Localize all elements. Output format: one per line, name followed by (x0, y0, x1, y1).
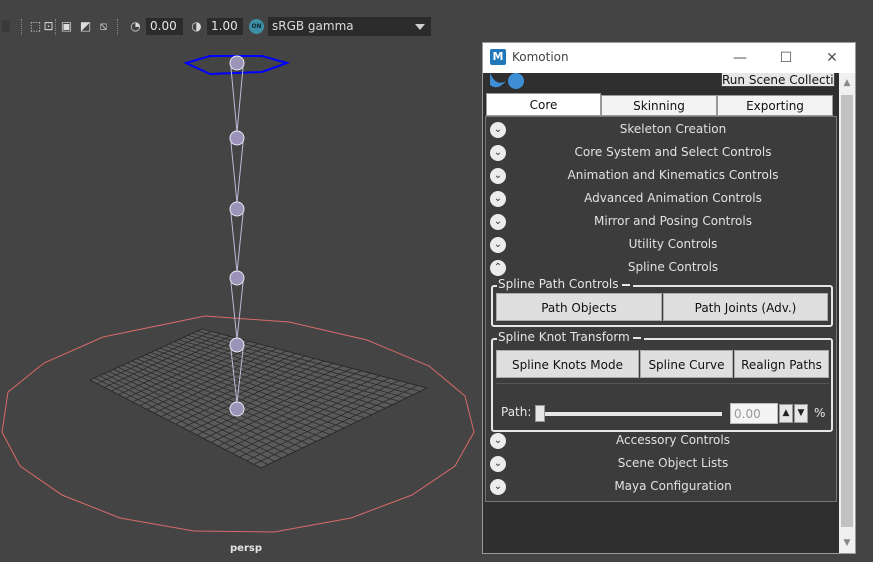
section-skeleton-creation[interactable]: ⌄ Skeleton Creation (486, 119, 836, 141)
joint[interactable] (229, 401, 245, 417)
section-maya-configuration[interactable]: ⌄ Maya Configuration (486, 476, 836, 498)
bone-segment (230, 213, 244, 273)
tab-skinning[interactable]: Skinning (601, 95, 717, 116)
section-label: Maya Configuration (614, 479, 732, 493)
select-region-icon[interactable]: ⬚ (29, 20, 42, 33)
select-mode-icon[interactable]: ⊡ (42, 20, 55, 33)
toolbar-separator (21, 19, 24, 35)
section-label: Spline Controls (627, 260, 719, 274)
section-label: Animation and Kinematics Controls (567, 168, 779, 182)
section-label: Accessory Controls (616, 433, 730, 447)
section-label: Advanced Animation Controls (584, 191, 762, 205)
path-slider[interactable] (538, 412, 722, 416)
color-space-value: sRGB gamma (272, 19, 354, 33)
section-animation-kinematics[interactable]: ⌄ Animation and Kinematics Controls (486, 165, 836, 187)
toolbar-separator (55, 19, 58, 35)
path-objects-button[interactable]: Path Objects (496, 293, 662, 321)
joint[interactable] (229, 201, 245, 217)
section-utility[interactable]: ⌄ Utility Controls (486, 234, 836, 256)
window-title: Komotion (512, 50, 569, 64)
isolate-icon[interactable]: ▣ (60, 20, 73, 33)
chevron-down-icon[interactable]: ⌄ (490, 168, 506, 184)
maximize-icon[interactable]: ☐ (763, 43, 809, 73)
section-core-system[interactable]: ⌄ Core System and Select Controls (486, 142, 836, 164)
chevron-down-icon[interactable]: ⌄ (490, 145, 506, 161)
spline-path-controls-group: Spline Path Controls Path Objects Path J… (491, 277, 833, 327)
scroll-up-icon[interactable]: ▲ (839, 75, 855, 91)
minimize-icon[interactable]: — (717, 43, 763, 73)
section-label: Core System and Select Controls (574, 145, 772, 159)
spline-knot-transform-group: Spline Knot Transform Spline Knots Mode … (491, 330, 833, 432)
bone-segment (230, 142, 244, 204)
group-title: Spline Path Controls (497, 277, 633, 291)
chevron-down-icon[interactable]: ⌄ (490, 122, 506, 138)
gamma-field[interactable]: 1.00 (207, 18, 243, 35)
chevron-down-icon[interactable]: ⌄ (490, 237, 506, 253)
toolbar-separator (117, 19, 120, 35)
tab-core[interactable]: Core (486, 93, 601, 116)
section-advanced-animation[interactable]: ⌄ Advanced Animation Controls (486, 188, 836, 210)
chevron-down-icon[interactable]: ⌄ (490, 214, 506, 230)
chevron-down-icon[interactable]: ⌄ (490, 456, 506, 472)
decrement-arrow-icon[interactable]: ▼ (794, 404, 808, 423)
chevron-down-icon (415, 24, 425, 30)
spline-knots-mode-button[interactable]: Spline Knots Mode (496, 350, 639, 378)
scrollbar[interactable]: ▲ ▼ (839, 73, 855, 553)
section-accessory[interactable]: ⌄ Accessory Controls (486, 430, 836, 452)
core-panel: ⌄ Skeleton Creation ⌄ Core System and Se… (485, 116, 837, 502)
komotion-app-icon: M (490, 49, 506, 65)
color-space-dropdown[interactable]: sRGB gamma (268, 17, 431, 36)
exposure-field[interactable]: 0.00 (146, 18, 183, 35)
komotion-logo (490, 73, 524, 89)
gamma-icon[interactable]: ◑ (190, 20, 203, 33)
path-slider-handle[interactable] (535, 405, 545, 422)
close-icon[interactable]: ✕ (809, 43, 855, 73)
realign-paths-button[interactable]: Realign Paths (734, 350, 829, 378)
toolbar-grip-icon (2, 20, 10, 32)
section-mirror-posing[interactable]: ⌄ Mirror and Posing Controls (486, 211, 836, 233)
ground-grid (89, 328, 429, 469)
tab-exporting[interactable]: Exporting (717, 95, 833, 116)
section-scene-object-lists[interactable]: ⌄ Scene Object Lists (486, 453, 836, 475)
scroll-thumb[interactable] (841, 95, 853, 527)
scroll-down-icon[interactable]: ▼ (839, 535, 855, 551)
divider (496, 383, 829, 384)
chevron-down-icon[interactable]: ⌄ (490, 191, 506, 207)
color-management-icon[interactable]: ON (249, 19, 264, 34)
komotion-content: Run Scene Collection Core Skinning Expor… (483, 73, 839, 553)
path-value-field[interactable]: 0.00 (730, 403, 778, 424)
section-label: Utility Controls (628, 237, 718, 251)
bone-segment (230, 67, 244, 133)
title-bar[interactable]: M Komotion — ☐ ✕ (483, 43, 855, 73)
section-spline-controls[interactable]: ⌃ Spline Controls (486, 257, 836, 279)
joint[interactable] (229, 130, 245, 146)
3d-viewport[interactable] (0, 40, 482, 562)
joint[interactable] (229, 337, 245, 353)
increment-arrow-icon[interactable]: ▲ (779, 404, 793, 423)
percent-unit: % (814, 406, 826, 420)
xray-icon[interactable]: ⧅ (97, 20, 110, 33)
joint[interactable] (229, 270, 245, 286)
komotion-window: M Komotion — ☐ ✕ Run Scene Collection Co… (482, 42, 856, 554)
path-joints-adv-button[interactable]: Path Joints (Adv.) (663, 293, 828, 321)
section-label: Scene Object Lists (617, 456, 729, 470)
camera-label: persp (230, 543, 262, 554)
run-scene-collection-button[interactable]: Run Scene Collection (721, 73, 835, 87)
exposure-icon[interactable]: ◔ (129, 20, 142, 33)
group-title: Spline Knot Transform (497, 330, 644, 344)
spline-curve-button[interactable]: Spline Curve (640, 350, 733, 378)
section-label: Mirror and Posing Controls (594, 214, 752, 228)
bone-segment (230, 282, 244, 340)
chevron-down-icon[interactable]: ⌄ (490, 479, 506, 495)
chevron-down-icon[interactable]: ⌄ (490, 433, 506, 449)
section-label: Skeleton Creation (619, 122, 727, 136)
viewport-toolbar: ⬚ ⊡ ▣ ◩ ⧅ ◔ 0.00 ◑ 1.00 ON sRGB gamma (0, 0, 873, 40)
overlay-icon[interactable]: ◩ (79, 20, 92, 33)
joint[interactable] (229, 55, 245, 71)
path-label: Path: (501, 405, 532, 419)
chevron-up-icon[interactable]: ⌃ (490, 260, 506, 276)
